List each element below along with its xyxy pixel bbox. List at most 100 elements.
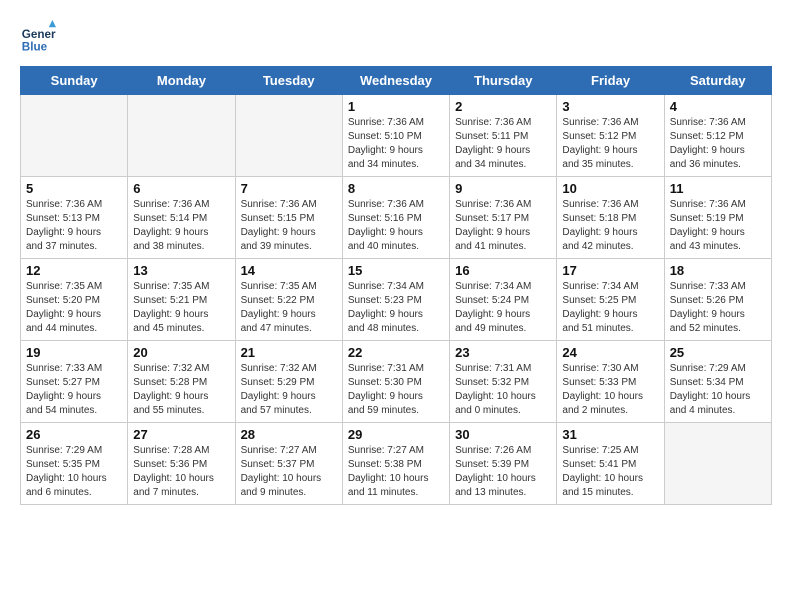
day-info: Sunrise: 7:29 AM Sunset: 5:34 PM Dayligh… — [670, 362, 766, 418]
day-number: 19 — [26, 345, 122, 360]
calendar-cell: 16 Sunrise: 7:34 AM Sunset: 5:24 PM Dayli… — [450, 259, 557, 341]
week-row-4: 19 Sunrise: 7:33 AM Sunset: 5:27 PM Dayli… — [21, 341, 772, 423]
day-info: Sunrise: 7:36 AM Sunset: 5:12 PM Dayligh… — [562, 116, 658, 172]
day-info: Sunrise: 7:28 AM Sunset: 5:36 PM Dayligh… — [133, 444, 229, 500]
day-info: Sunrise: 7:36 AM Sunset: 5:19 PM Dayligh… — [670, 198, 766, 254]
calendar-cell: 31Sunrise: 7:25 AM Sunset: 5:41 PM Dayli… — [557, 423, 664, 505]
day-info: Sunrise: 7:32 AM Sunset: 5:28 PM Dayligh… — [133, 362, 229, 418]
day-info: Sunrise: 7:36 AM Sunset: 5:18 PM Dayligh… — [562, 198, 658, 254]
day-number: 20 — [133, 345, 229, 360]
page-header: General Blue — [20, 20, 772, 56]
calendar-cell — [664, 423, 771, 505]
day-number: 26 — [26, 427, 122, 442]
day-info: Sunrise: 7:36 AM Sunset: 5:17 PM Dayligh… — [455, 198, 551, 254]
day-number: 24 — [562, 345, 658, 360]
day-info: Sunrise: 7:34 AM Sunset: 5:23 PM Dayligh… — [348, 280, 444, 336]
day-number: 4 — [670, 99, 766, 114]
day-number: 3 — [562, 99, 658, 114]
day-number: 10 — [562, 181, 658, 196]
logo: General Blue — [20, 20, 60, 56]
day-number: 28 — [241, 427, 337, 442]
calendar-cell: 14Sunrise: 7:35 AM Sunset: 5:22 PM Dayli… — [235, 259, 342, 341]
day-number: 16 — [455, 263, 551, 278]
calendar-cell: 7 Sunrise: 7:36 AM Sunset: 5:15 PM Daylig… — [235, 177, 342, 259]
day-number: 11 — [670, 181, 766, 196]
calendar-cell: 4 Sunrise: 7:36 AM Sunset: 5:12 PM Daylig… — [664, 95, 771, 177]
day-info: Sunrise: 7:36 AM Sunset: 5:15 PM Dayligh… — [241, 198, 337, 254]
day-info: Sunrise: 7:36 AM Sunset: 5:13 PM Dayligh… — [26, 198, 122, 254]
day-info: Sunrise: 7:35 AM Sunset: 5:20 PM Dayligh… — [26, 280, 122, 336]
calendar-cell: 26Sunrise: 7:29 AM Sunset: 5:35 PM Dayli… — [21, 423, 128, 505]
calendar-cell: 3 Sunrise: 7:36 AM Sunset: 5:12 PM Daylig… — [557, 95, 664, 177]
day-number: 5 — [26, 181, 122, 196]
header-friday: Friday — [557, 67, 664, 95]
day-number: 27 — [133, 427, 229, 442]
calendar-cell: 19 Sunrise: 7:33 AM Sunset: 5:27 PM Dayli… — [21, 341, 128, 423]
day-info: Sunrise: 7:30 AM Sunset: 5:33 PM Dayligh… — [562, 362, 658, 418]
calendar-cell: 9 Sunrise: 7:36 AM Sunset: 5:17 PM Daylig… — [450, 177, 557, 259]
day-info: Sunrise: 7:35 AM Sunset: 5:22 PM Dayligh… — [241, 280, 337, 336]
calendar-cell — [235, 95, 342, 177]
day-number: 12 — [26, 263, 122, 278]
day-info: Sunrise: 7:36 AM Sunset: 5:16 PM Dayligh… — [348, 198, 444, 254]
day-info: Sunrise: 7:36 AM Sunset: 5:14 PM Dayligh… — [133, 198, 229, 254]
week-row-1: 1 Sunrise: 7:36 AM Sunset: 5:10 PM Daylig… — [21, 95, 772, 177]
header-tuesday: Tuesday — [235, 67, 342, 95]
header-thursday: Thursday — [450, 67, 557, 95]
calendar-cell: 27 Sunrise: 7:28 AM Sunset: 5:36 PM Dayli… — [128, 423, 235, 505]
calendar-cell: 15 Sunrise: 7:34 AM Sunset: 5:23 PM Dayli… — [342, 259, 449, 341]
day-info: Sunrise: 7:36 AM Sunset: 5:10 PM Dayligh… — [348, 116, 444, 172]
calendar-cell: 25 Sunrise: 7:29 AM Sunset: 5:34 PM Dayli… — [664, 341, 771, 423]
day-info: Sunrise: 7:32 AM Sunset: 5:29 PM Dayligh… — [241, 362, 337, 418]
calendar-table: SundayMondayTuesdayWednesdayThursdayFrid… — [20, 66, 772, 505]
day-info: Sunrise: 7:27 AM Sunset: 5:38 PM Dayligh… — [348, 444, 444, 500]
calendar-cell: 2 Sunrise: 7:36 AM Sunset: 5:11 PM Daylig… — [450, 95, 557, 177]
day-number: 17 — [562, 263, 658, 278]
day-info: Sunrise: 7:33 AM Sunset: 5:27 PM Dayligh… — [26, 362, 122, 418]
header-wednesday: Wednesday — [342, 67, 449, 95]
calendar-cell: 29 Sunrise: 7:27 AM Sunset: 5:38 PM Dayli… — [342, 423, 449, 505]
day-number: 29 — [348, 427, 444, 442]
day-info: Sunrise: 7:31 AM Sunset: 5:30 PM Dayligh… — [348, 362, 444, 418]
calendar-cell: 8 Sunrise: 7:36 AM Sunset: 5:16 PM Daylig… — [342, 177, 449, 259]
calendar-cell: 24 Sunrise: 7:30 AM Sunset: 5:33 PM Dayli… — [557, 341, 664, 423]
week-row-2: 5 Sunrise: 7:36 AM Sunset: 5:13 PM Daylig… — [21, 177, 772, 259]
calendar-cell — [128, 95, 235, 177]
header-monday: Monday — [128, 67, 235, 95]
day-number: 2 — [455, 99, 551, 114]
svg-text:Blue: Blue — [22, 41, 48, 54]
calendar-cell: 11 Sunrise: 7:36 AM Sunset: 5:19 PM Dayli… — [664, 177, 771, 259]
svg-text:General: General — [22, 28, 56, 41]
calendar-cell: 17Sunrise: 7:34 AM Sunset: 5:25 PM Dayli… — [557, 259, 664, 341]
calendar-cell: 22Sunrise: 7:31 AM Sunset: 5:30 PM Dayli… — [342, 341, 449, 423]
day-number: 15 — [348, 263, 444, 278]
day-number: 21 — [241, 345, 337, 360]
day-number: 7 — [241, 181, 337, 196]
day-info: Sunrise: 7:26 AM Sunset: 5:39 PM Dayligh… — [455, 444, 551, 500]
header-saturday: Saturday — [664, 67, 771, 95]
day-number: 23 — [455, 345, 551, 360]
day-number: 9 — [455, 181, 551, 196]
header-row: SundayMondayTuesdayWednesdayThursdayFrid… — [21, 67, 772, 95]
day-number: 18 — [670, 263, 766, 278]
day-info: Sunrise: 7:35 AM Sunset: 5:21 PM Dayligh… — [133, 280, 229, 336]
day-number: 8 — [348, 181, 444, 196]
calendar-cell — [21, 95, 128, 177]
header-sunday: Sunday — [21, 67, 128, 95]
calendar-cell: 21 Sunrise: 7:32 AM Sunset: 5:29 PM Dayli… — [235, 341, 342, 423]
day-info: Sunrise: 7:31 AM Sunset: 5:32 PM Dayligh… — [455, 362, 551, 418]
day-number: 1 — [348, 99, 444, 114]
day-info: Sunrise: 7:25 AM Sunset: 5:41 PM Dayligh… — [562, 444, 658, 500]
calendar-cell: 6Sunrise: 7:36 AM Sunset: 5:14 PM Daylig… — [128, 177, 235, 259]
calendar-cell: 23 Sunrise: 7:31 AM Sunset: 5:32 PM Dayli… — [450, 341, 557, 423]
day-number: 13 — [133, 263, 229, 278]
day-info: Sunrise: 7:34 AM Sunset: 5:24 PM Dayligh… — [455, 280, 551, 336]
day-info: Sunrise: 7:33 AM Sunset: 5:26 PM Dayligh… — [670, 280, 766, 336]
calendar-cell: 10 Sunrise: 7:36 AM Sunset: 5:18 PM Dayli… — [557, 177, 664, 259]
day-info: Sunrise: 7:36 AM Sunset: 5:12 PM Dayligh… — [670, 116, 766, 172]
day-info: Sunrise: 7:36 AM Sunset: 5:11 PM Dayligh… — [455, 116, 551, 172]
day-number: 25 — [670, 345, 766, 360]
calendar-cell: 20 Sunrise: 7:32 AM Sunset: 5:28 PM Dayli… — [128, 341, 235, 423]
calendar-cell: 5 Sunrise: 7:36 AM Sunset: 5:13 PM Daylig… — [21, 177, 128, 259]
week-row-3: 12 Sunrise: 7:35 AM Sunset: 5:20 PM Dayli… — [21, 259, 772, 341]
